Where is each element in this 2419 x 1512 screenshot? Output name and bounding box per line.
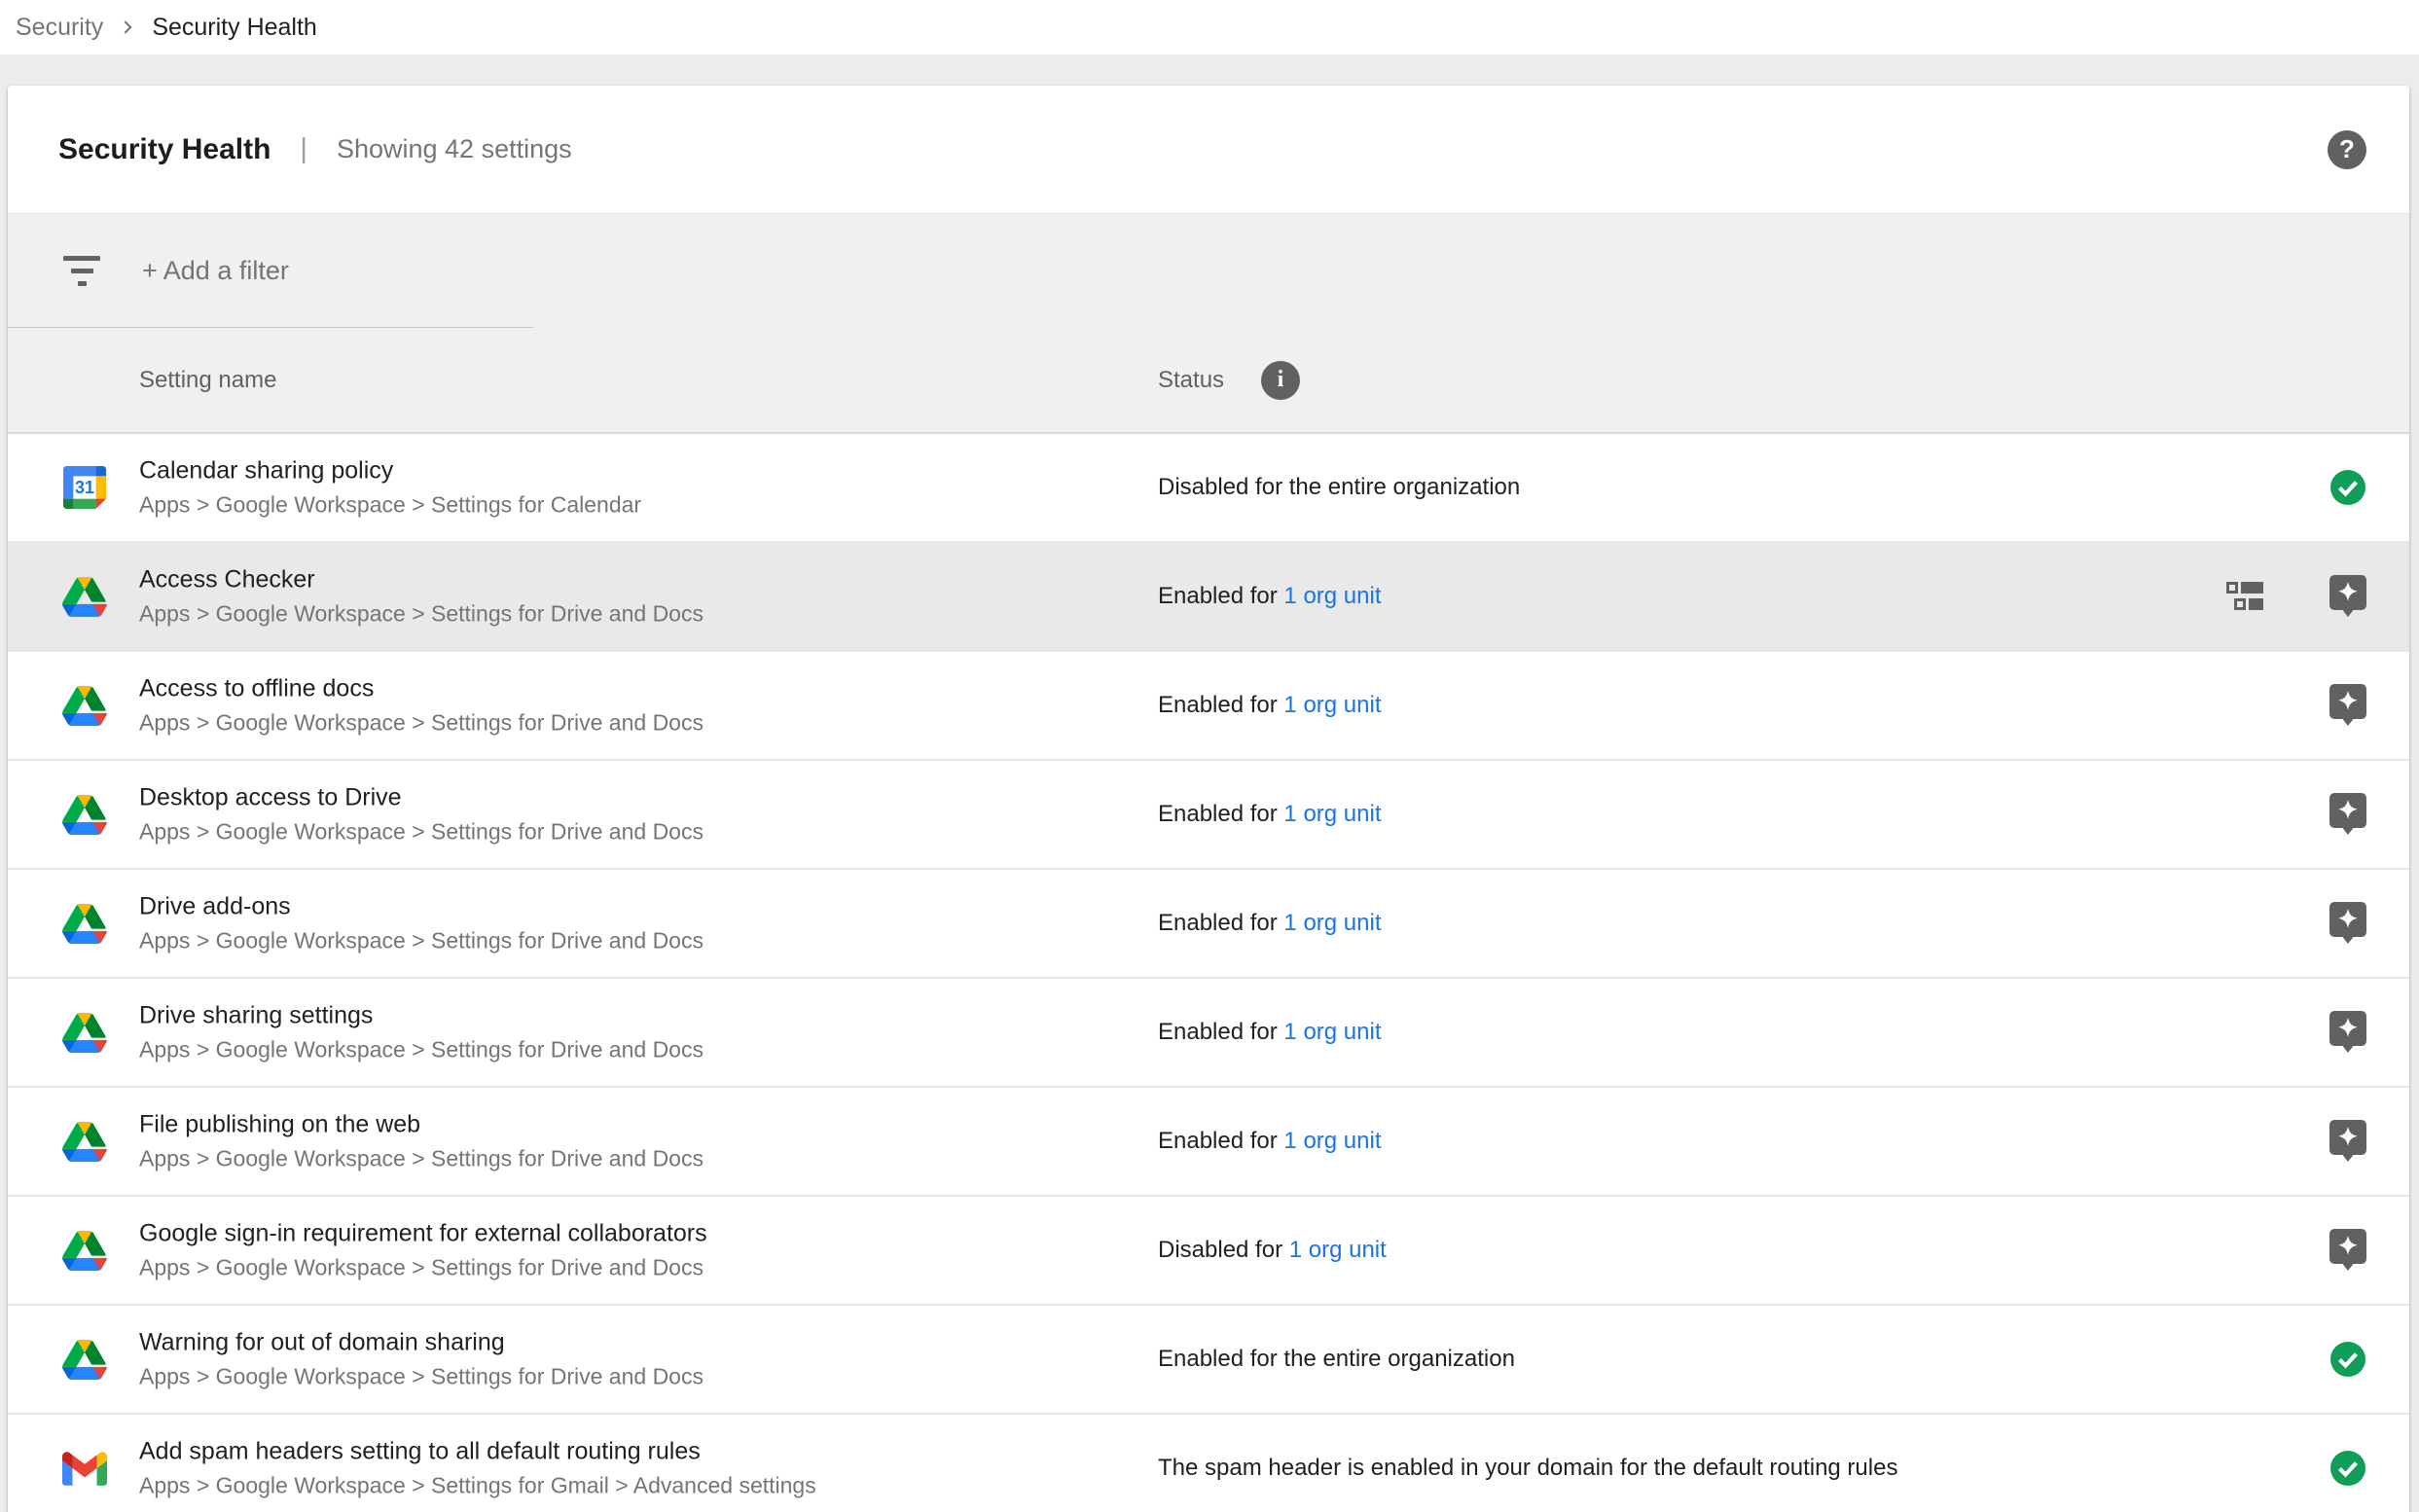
org-unit-link[interactable]: 1 org unit (1283, 1128, 1381, 1154)
org-unit-link[interactable]: 1 org unit (1283, 910, 1381, 936)
settings-count: Showing 42 settings (337, 134, 572, 164)
drive-icon (62, 1119, 107, 1164)
setting-title: Access to offline docs (139, 674, 704, 704)
drive-icon (62, 683, 107, 728)
setting-status: Enabled for 1 org unit (1158, 1128, 1382, 1155)
setting-status: Disabled for the entire organization (1158, 474, 1520, 501)
table-row[interactable]: Drive sharing settings Apps > Google Wor… (8, 979, 2409, 1088)
breadcrumb: Security Security Health (0, 0, 2419, 54)
org-unit-link[interactable]: 1 org unit (1283, 692, 1381, 718)
setting-title: File publishing on the web (139, 1110, 704, 1140)
setting-path: Apps > Google Workspace > Settings for D… (139, 1362, 704, 1391)
breadcrumb-current: Security Health (152, 14, 317, 42)
card-header: Security Health | Showing 42 settings ? (8, 86, 2409, 213)
table-header: Setting name Status i (8, 328, 2409, 434)
table-row[interactable]: 31 Calendar sharing policy Apps > Google… (8, 434, 2409, 543)
title-separator: | (300, 133, 307, 165)
setting-title: Warning for out of domain sharing (139, 1328, 704, 1358)
table-row[interactable]: Drive add-ons Apps > Google Workspace > … (8, 870, 2409, 979)
add-filter-label[interactable]: + Add a filter (142, 256, 289, 286)
recommendation-flag-icon[interactable] (2329, 1011, 2366, 1054)
setting-title: Google sign-in requirement for external … (139, 1219, 707, 1249)
status-ok-icon (2329, 466, 2366, 509)
recommendation-flag-icon[interactable] (2329, 793, 2366, 836)
security-health-card: Security Health | Showing 42 settings ? … (8, 86, 2409, 1512)
recommendation-flag-icon[interactable] (2329, 1120, 2366, 1163)
setting-title: Access Checker (139, 565, 704, 595)
status-ok-icon (2329, 1338, 2366, 1381)
setting-status: Disabled for 1 org unit (1158, 1237, 1387, 1264)
table-row[interactable]: Add spam headers setting to all default … (8, 1415, 2409, 1512)
setting-title: Desktop access to Drive (139, 783, 704, 813)
org-unit-link[interactable]: 1 org unit (1283, 1019, 1381, 1045)
setting-status: Enabled for 1 org unit (1158, 801, 1382, 828)
table-row[interactable]: File publishing on the web Apps > Google… (8, 1088, 2409, 1197)
table-row[interactable]: Access Checker Apps > Google Workspace >… (8, 543, 2409, 652)
org-unit-link[interactable]: 1 org unit (1283, 801, 1381, 827)
setting-title: Drive sharing settings (139, 1001, 704, 1031)
org-unit-link[interactable]: 1 org unit (1283, 583, 1381, 609)
table-row[interactable]: Desktop access to Drive Apps > Google Wo… (8, 761, 2409, 870)
setting-path: Apps > Google Workspace > Settings for D… (139, 926, 704, 955)
settings-table-body: 31 Calendar sharing policy Apps > Google… (8, 434, 2409, 1512)
setting-status: Enabled for 1 org unit (1158, 1019, 1382, 1046)
status-info-icon[interactable]: i (1261, 361, 1300, 400)
recommendation-flag-icon[interactable] (2329, 575, 2366, 618)
setting-title: Calendar sharing policy (139, 456, 641, 486)
setting-title: Drive add-ons (139, 892, 704, 922)
recommendation-flag-icon[interactable] (2329, 1229, 2366, 1272)
drive-icon (62, 792, 107, 837)
org-units-icon (2226, 580, 2265, 613)
setting-path: Apps > Google Workspace > Settings for G… (139, 1471, 816, 1500)
setting-title: Add spam headers setting to all default … (139, 1437, 816, 1467)
drive-icon (62, 1228, 107, 1273)
setting-path: Apps > Google Workspace > Settings for D… (139, 1253, 707, 1282)
column-setting-name: Setting name (139, 367, 276, 394)
drive-icon (62, 1010, 107, 1055)
drive-icon (62, 901, 107, 946)
recommendation-flag-icon[interactable] (2329, 684, 2366, 727)
setting-path: Apps > Google Workspace > Settings for D… (139, 599, 704, 629)
setting-path: Apps > Google Workspace > Settings for D… (139, 1144, 704, 1173)
table-row[interactable]: Google sign-in requirement for external … (8, 1197, 2409, 1306)
setting-status: Enabled for 1 org unit (1158, 910, 1382, 937)
setting-path: Apps > Google Workspace > Settings for D… (139, 708, 704, 738)
setting-path: Apps > Google Workspace > Settings for D… (139, 1035, 704, 1064)
filter-icon (62, 256, 101, 286)
org-unit-link[interactable]: 1 org unit (1289, 1237, 1387, 1263)
table-row[interactable]: Warning for out of domain sharing Apps >… (8, 1306, 2409, 1415)
chevron-right-icon (117, 17, 138, 38)
breadcrumb-parent-link[interactable]: Security (16, 14, 103, 42)
drive-icon (62, 1337, 107, 1382)
setting-status: Enabled for 1 org unit (1158, 692, 1382, 719)
setting-path: Apps > Google Workspace > Settings for C… (139, 490, 641, 520)
column-status: Status (1158, 367, 1224, 394)
calendar-icon: 31 (62, 465, 107, 510)
table-row[interactable]: Access to offline docs Apps > Google Wor… (8, 652, 2409, 761)
svg-text:31: 31 (75, 478, 94, 497)
setting-status: Enabled for the entire organization (1158, 1346, 1515, 1373)
recommendation-flag-icon[interactable] (2329, 902, 2366, 945)
help-icon[interactable]: ? (2328, 130, 2366, 169)
drive-icon (62, 574, 107, 619)
setting-status: Enabled for 1 org unit (1158, 583, 1382, 610)
setting-status: The spam header is enabled in your domai… (1158, 1455, 1897, 1482)
gmail-icon (62, 1446, 107, 1491)
add-filter-control[interactable]: + Add a filter (8, 213, 2409, 328)
page-title: Security Health (58, 133, 271, 166)
setting-path: Apps > Google Workspace > Settings for D… (139, 817, 704, 846)
status-ok-icon (2329, 1447, 2366, 1490)
